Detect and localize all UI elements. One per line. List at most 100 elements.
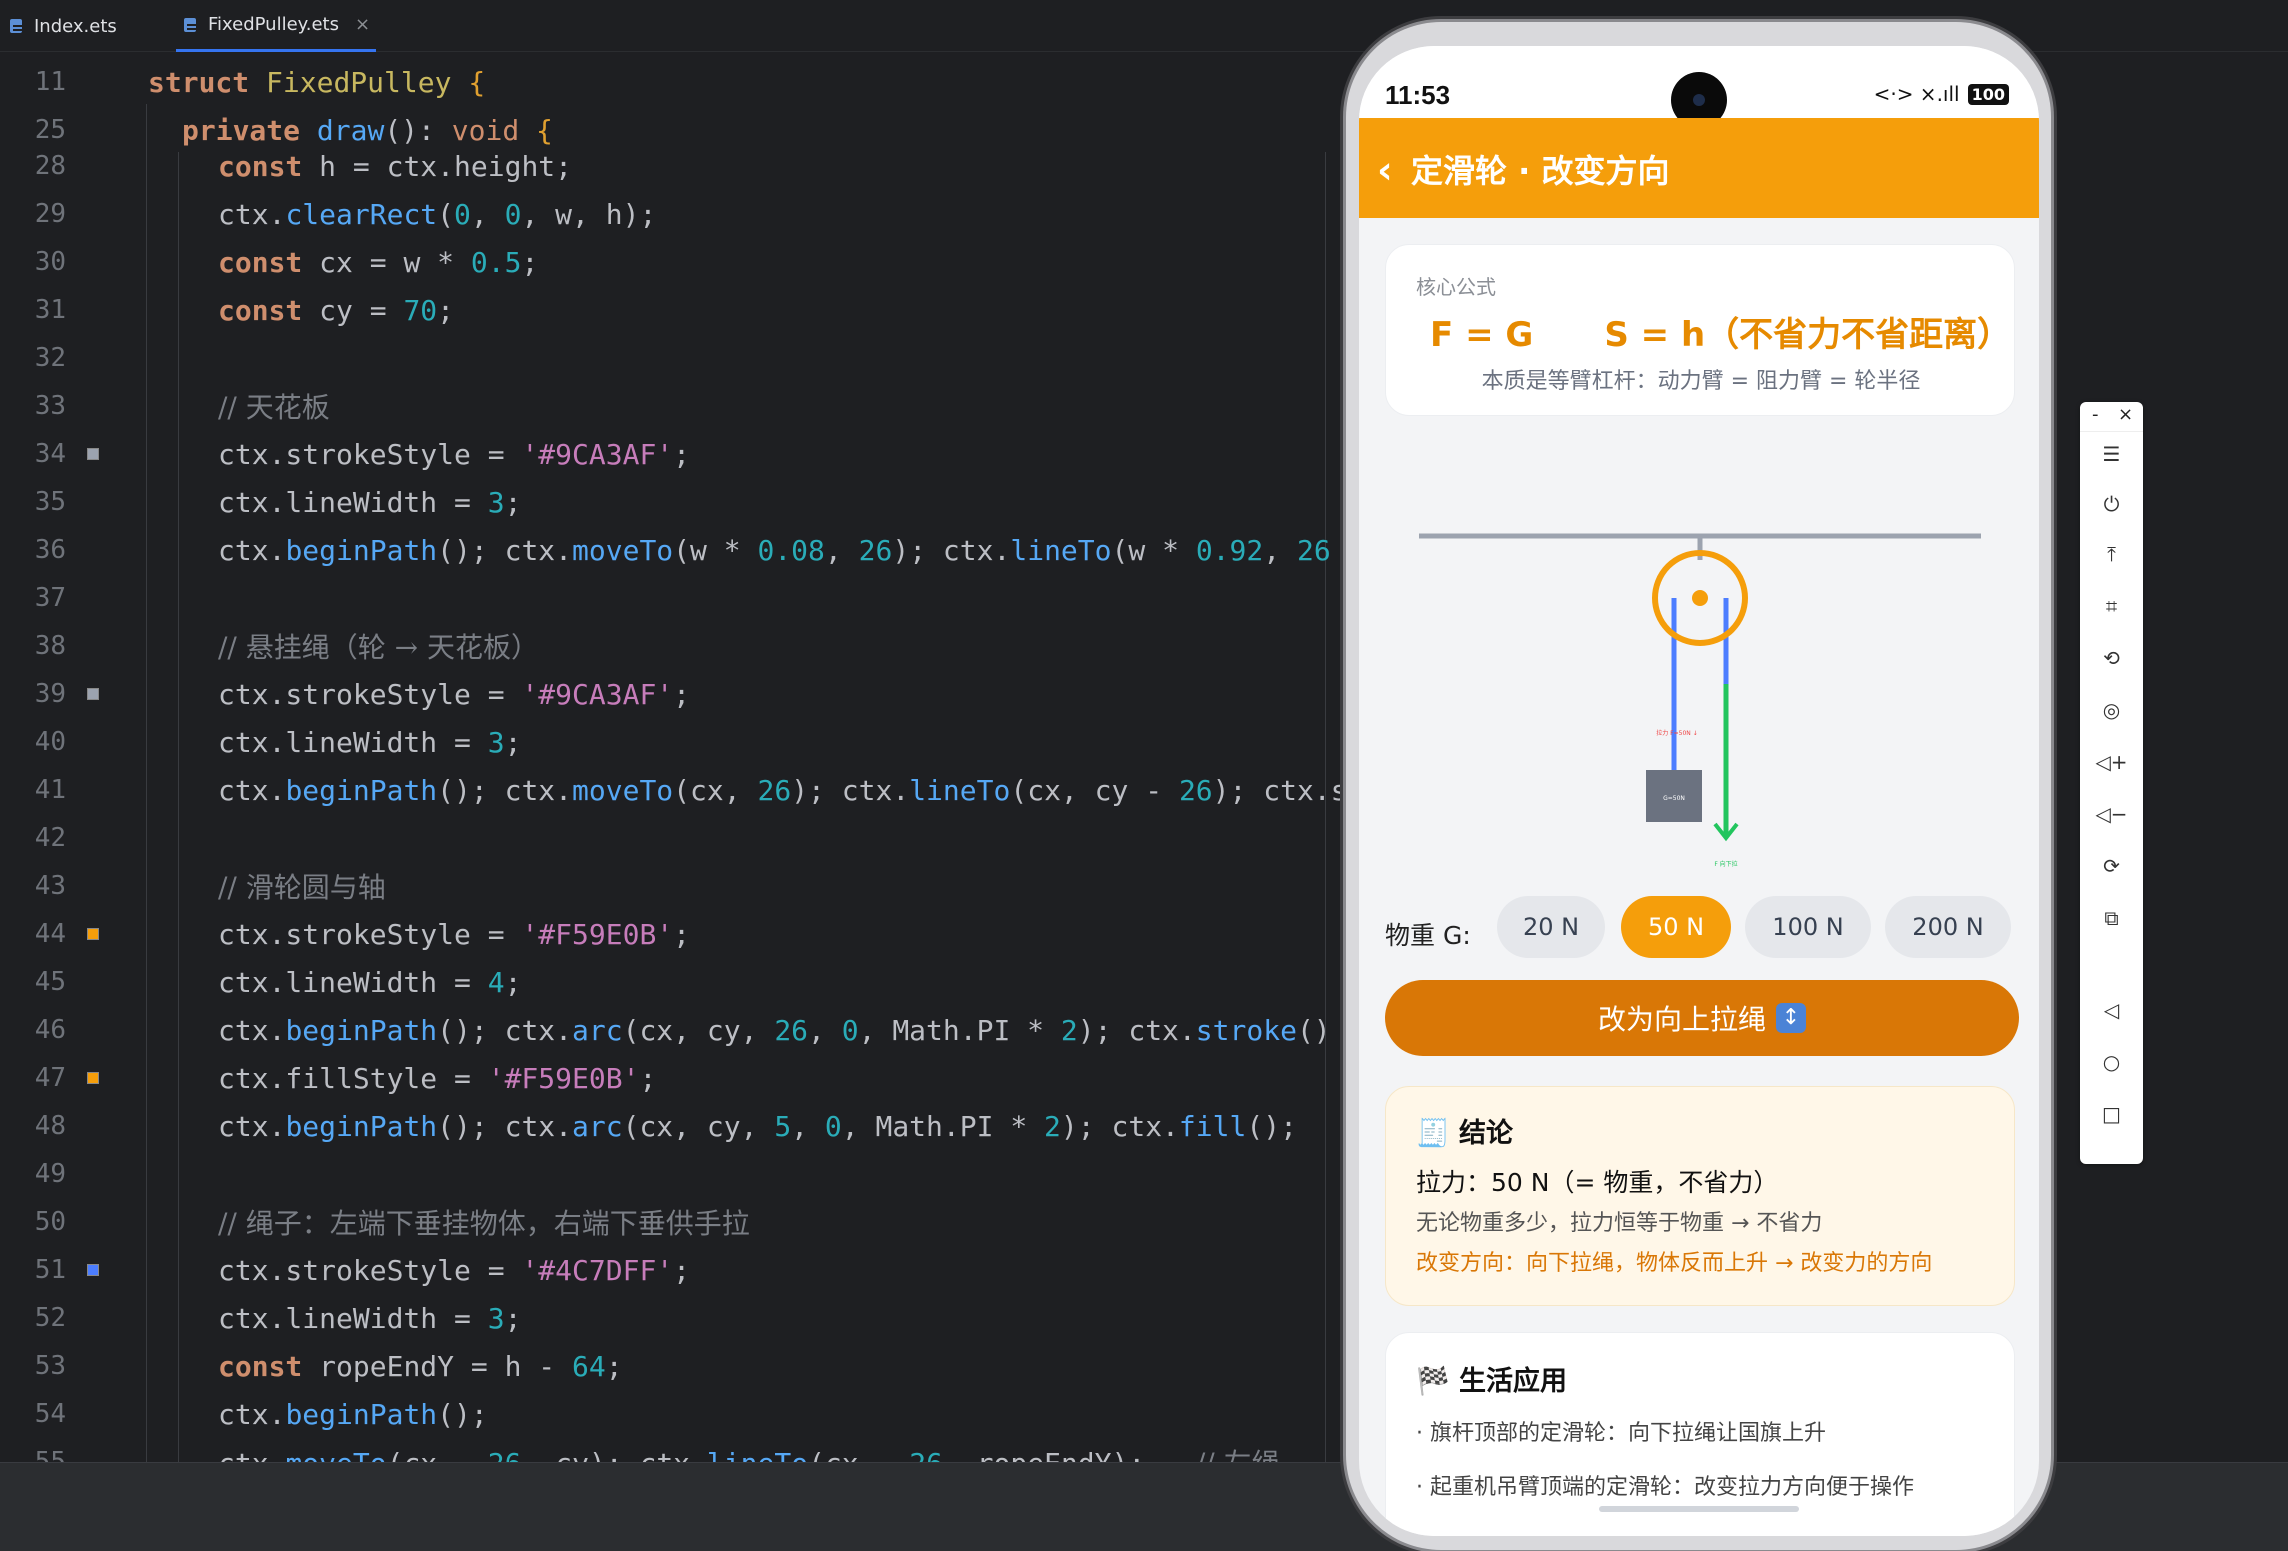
code-line: 32 xyxy=(0,334,1350,382)
code-line: 51 ctx.strokeStyle = '#4C7DFF'; xyxy=(0,1246,1350,1294)
code-line: 29 ctx.clearRect(0, 0, w, h); xyxy=(0,190,1350,238)
line-number: 42 xyxy=(34,823,66,853)
list-item: · 起重机吊臂顶端的定滑轮：改变拉力方向便于操作 xyxy=(1416,1475,1914,1500)
code-line: 47 ctx.fillStyle = '#F59E0B'; xyxy=(0,1054,1350,1102)
line-number: 51 xyxy=(34,1255,66,1285)
line-number: 38 xyxy=(34,631,66,661)
power-icon[interactable]: ⏻ xyxy=(2080,484,2143,524)
weight-option-200[interactable]: 200 N xyxy=(1885,896,2011,958)
line-number: 53 xyxy=(34,1351,66,1381)
pin-top-icon[interactable]: ⤒ xyxy=(2080,534,2143,574)
toolbar-header: - × xyxy=(2080,402,2143,432)
tab-fixedpulley-ets[interactable]: FixedPulley.ets × xyxy=(176,0,377,52)
line-number: 40 xyxy=(34,727,66,757)
code-comment: // 滑轮圆与轴 xyxy=(218,871,386,904)
code-line: 31 const cy = 70; xyxy=(0,286,1350,334)
line-number: 25 xyxy=(34,115,66,145)
line-number: 29 xyxy=(34,199,66,229)
app-header: ‹ 定滑轮 · 改变方向 xyxy=(1359,118,2039,218)
line-number: 48 xyxy=(34,1111,66,1141)
code-text: const h = ctx.height; xyxy=(218,149,573,183)
code-comment: // 绳子：左端下垂挂物体，右端下垂供手拉 xyxy=(218,1207,750,1240)
volume-up-icon[interactable]: ◁+ xyxy=(2080,742,2143,782)
line-number: 50 xyxy=(34,1207,66,1237)
close-icon[interactable]: × xyxy=(2118,404,2133,425)
line-number: 45 xyxy=(34,967,66,997)
code-line: 55 ctx.moveTo(cx - 26, cy); ctx.lineTo(cx… xyxy=(0,1438,1350,1462)
home-indicator[interactable] xyxy=(1599,1506,1799,1512)
code-text: ctx.beginPath(); ctx.moveTo(w * 0.08, 26… xyxy=(218,533,1331,567)
signal-icon: <·> ×.ıll xyxy=(1873,82,1960,106)
weight-option-50[interactable]: 50 N xyxy=(1621,896,1731,958)
code-text: ctx.strokeStyle = '#F59E0B'; xyxy=(218,917,691,951)
code-text: ctx.beginPath(); ctx.moveTo(cx, 26); ctx… xyxy=(218,773,1348,807)
code-text: ctx.strokeStyle = '#4C7DFF'; xyxy=(218,1253,691,1287)
up-down-arrow-icon: ↕ xyxy=(1776,1003,1806,1033)
formula-card: 核心公式 F = G S = h（不省力不省距离） 本质是等臂杠杆：动力臂 = … xyxy=(1385,244,2015,416)
tab-index-ets[interactable]: Index.ets xyxy=(8,0,117,52)
line-number: 37 xyxy=(34,583,66,613)
color-swatch-icon[interactable] xyxy=(87,1264,99,1276)
rotate-icon[interactable]: ⟲ xyxy=(2080,638,2143,678)
clock: 11:53 xyxy=(1385,80,1451,110)
line-number: 33 xyxy=(34,391,66,421)
weight-label: 物重 G: xyxy=(1385,921,1471,950)
code-text: struct FixedPulley { xyxy=(148,65,486,99)
menu-icon[interactable]: ☰ xyxy=(2080,434,2143,474)
code-line: 33 // 天花板 xyxy=(0,382,1350,430)
code-line: 53 const ropeEndY = h - 64; xyxy=(0,1342,1350,1390)
life-heading: 🏁 生活应用 xyxy=(1416,1366,1568,1397)
crop-icon[interactable]: ⌗ xyxy=(2080,586,2143,626)
minimize-icon[interactable]: - xyxy=(2092,404,2099,425)
phone-screen: 11:53 <·> ×.ıll 100 ‹ 定滑轮 · 改变方向 核心公式 F … xyxy=(1359,46,2039,1536)
code-text: const cx = w * 0.5; xyxy=(218,245,539,279)
code-text: ctx.strokeStyle = '#9CA3AF'; xyxy=(218,437,691,471)
code-text: ctx.lineWidth = 3; xyxy=(218,1301,522,1335)
line-number: 30 xyxy=(34,247,66,277)
emulator-toolbar: - × ☰ ⏻ ⤒ ⌗ ⟲ ◎ ◁+ ◁− ⟳ ⧉ ◁ ○ □ xyxy=(2080,402,2143,1164)
line-number: 47 xyxy=(34,1063,66,1093)
pulley-diagram: G=50N 拉力 F=50N ↓ F 向下拉 xyxy=(1419,533,1981,868)
code-editor[interactable]: 11 struct FixedPulley { 25 private draw():… xyxy=(0,52,1350,1462)
code-line: 45 ctx.lineWidth = 4; xyxy=(0,958,1350,1006)
back-arrow-icon[interactable]: ‹ xyxy=(1377,148,1393,192)
color-swatch-icon[interactable] xyxy=(87,928,99,940)
back-icon[interactable]: ◁ xyxy=(2080,990,2143,1030)
copy-icon[interactable]: ⧉ xyxy=(2080,898,2143,938)
conclusion-direction: 改变方向：向下拉绳，物体反而上升 → 改变力的方向 xyxy=(1416,1251,1933,1276)
recent-icon[interactable]: □ xyxy=(2080,1094,2143,1134)
color-swatch-icon[interactable] xyxy=(87,1072,99,1084)
code-line: 30 const cx = w * 0.5; xyxy=(0,238,1350,286)
weight-option-100[interactable]: 100 N xyxy=(1745,896,1871,958)
code-line: 43 // 滑轮圆与轴 xyxy=(0,862,1350,910)
tab-label: Index.ets xyxy=(34,15,117,37)
switch-direction-button[interactable]: 改为向上拉绳 ↕ xyxy=(1385,980,2019,1056)
weight-option-20[interactable]: 20 N xyxy=(1497,896,1605,958)
volume-down-icon[interactable]: ◁− xyxy=(2080,794,2143,834)
line-number: 28 xyxy=(34,151,66,181)
shake-icon[interactable]: ⟳ xyxy=(2080,846,2143,886)
color-swatch-icon[interactable] xyxy=(87,448,99,460)
code-text: ctx.fillStyle = '#F59E0B'; xyxy=(218,1061,657,1095)
line-number: 11 xyxy=(34,67,66,97)
code-text: const ropeEndY = h - 64; xyxy=(218,1349,623,1383)
code-comment: // 天花板 xyxy=(218,391,330,424)
close-icon[interactable]: × xyxy=(355,14,370,35)
code-text: const cy = 70; xyxy=(218,293,455,327)
formula-text: F = G S = h（不省力不省距离） xyxy=(1430,315,2012,355)
color-swatch-icon[interactable] xyxy=(87,688,99,700)
line-number: 43 xyxy=(34,871,66,901)
screenshot-icon[interactable]: ◎ xyxy=(2080,690,2143,730)
code-text: ctx.lineWidth = 4; xyxy=(218,965,522,999)
code-line: 48 ctx.beginPath(); ctx.arc(cx, cy, 5, 0,… xyxy=(0,1102,1350,1150)
pulley-axle xyxy=(1692,590,1708,606)
conclusion-heading: 🧾 结论 xyxy=(1416,1118,1514,1149)
switch-direction-label: 改为向上拉绳 xyxy=(1597,1003,1766,1036)
home-icon[interactable]: ○ xyxy=(2080,1042,2143,1082)
line-number: 55 xyxy=(34,1447,66,1462)
code-text: ctx.beginPath(); ctx.arc(cx, cy, 26, 0, … xyxy=(218,1013,1331,1047)
line-number: 34 xyxy=(34,439,66,469)
code-line: 42 xyxy=(0,814,1350,862)
status-icons: <·> ×.ıll 100 xyxy=(1874,82,2009,106)
code-line: 41 ctx.beginPath(); ctx.moveTo(cx, 26); c… xyxy=(0,766,1350,814)
